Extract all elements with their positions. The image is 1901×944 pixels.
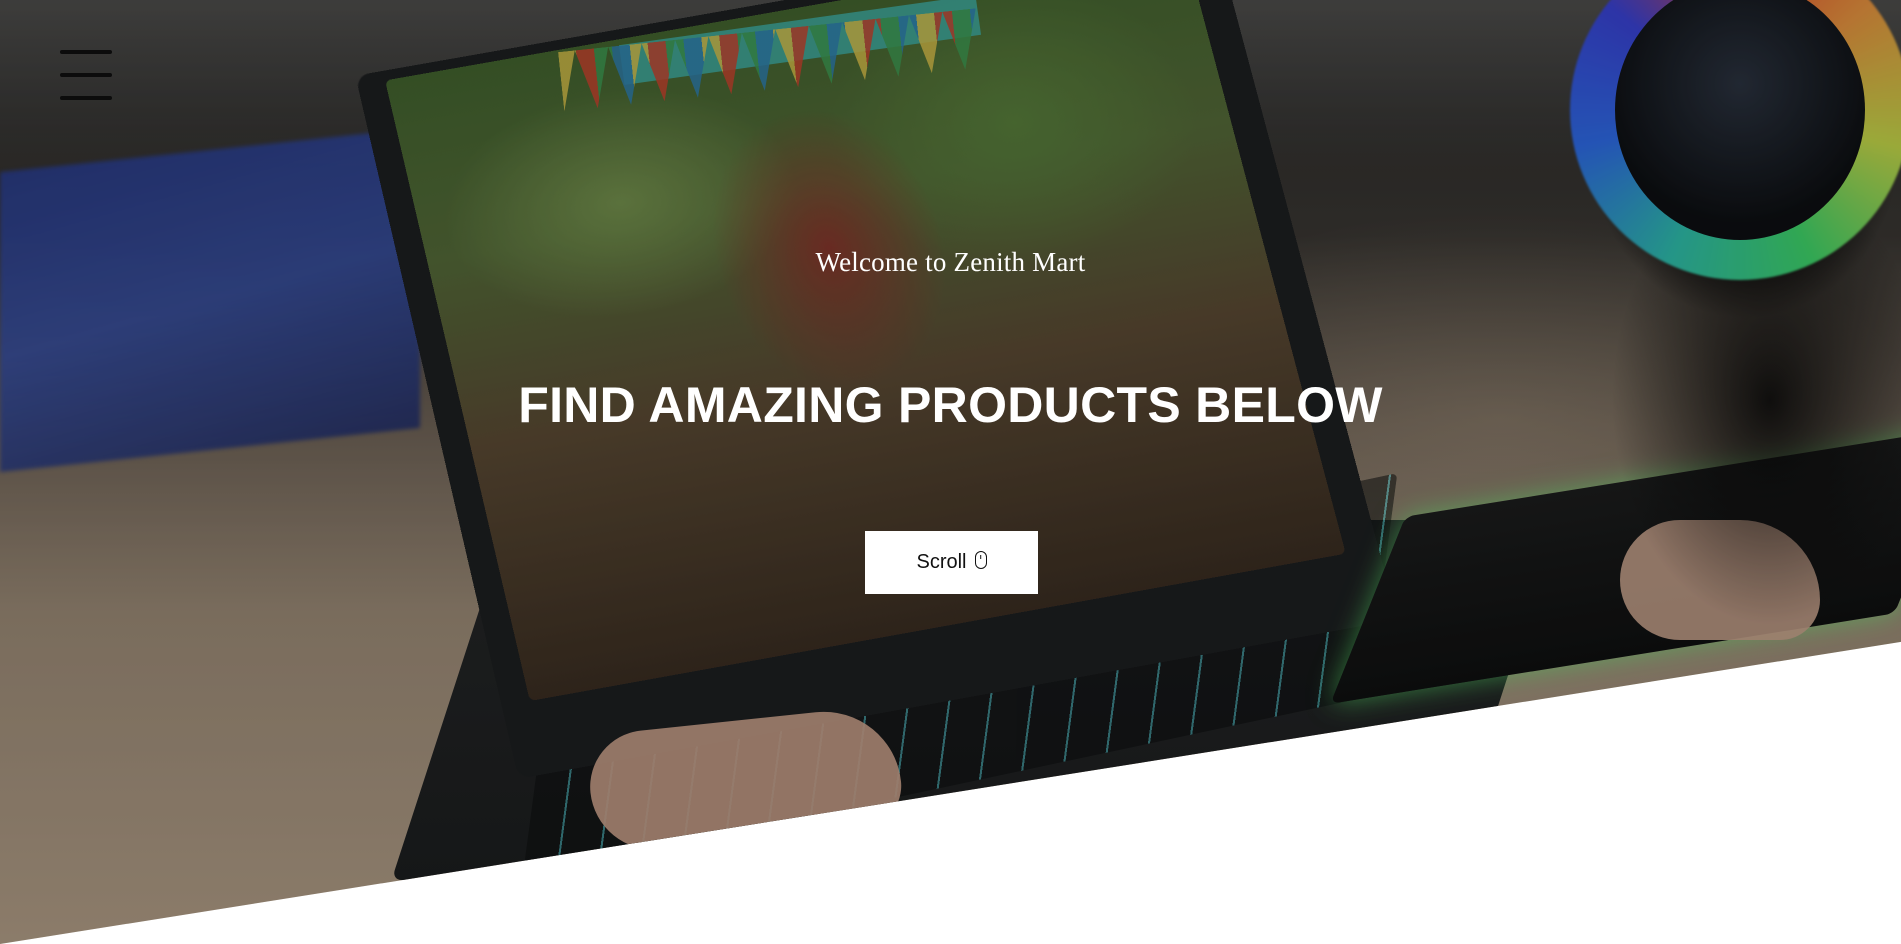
hero-headline: FIND AMAZING PRODUCTS BELOW [0,376,1901,434]
menu-bar [60,50,112,54]
scroll-button-label: Scroll [916,551,966,574]
menu-bar [60,96,112,100]
hamburger-menu-icon[interactable] [58,50,114,100]
scroll-button[interactable]: Scroll [865,531,1038,594]
welcome-text: Welcome to Zenith Mart [0,247,1901,278]
mouse-icon [975,551,987,569]
menu-bar [60,73,112,77]
hero-section [0,0,1901,944]
hero-overlay [0,0,1901,944]
